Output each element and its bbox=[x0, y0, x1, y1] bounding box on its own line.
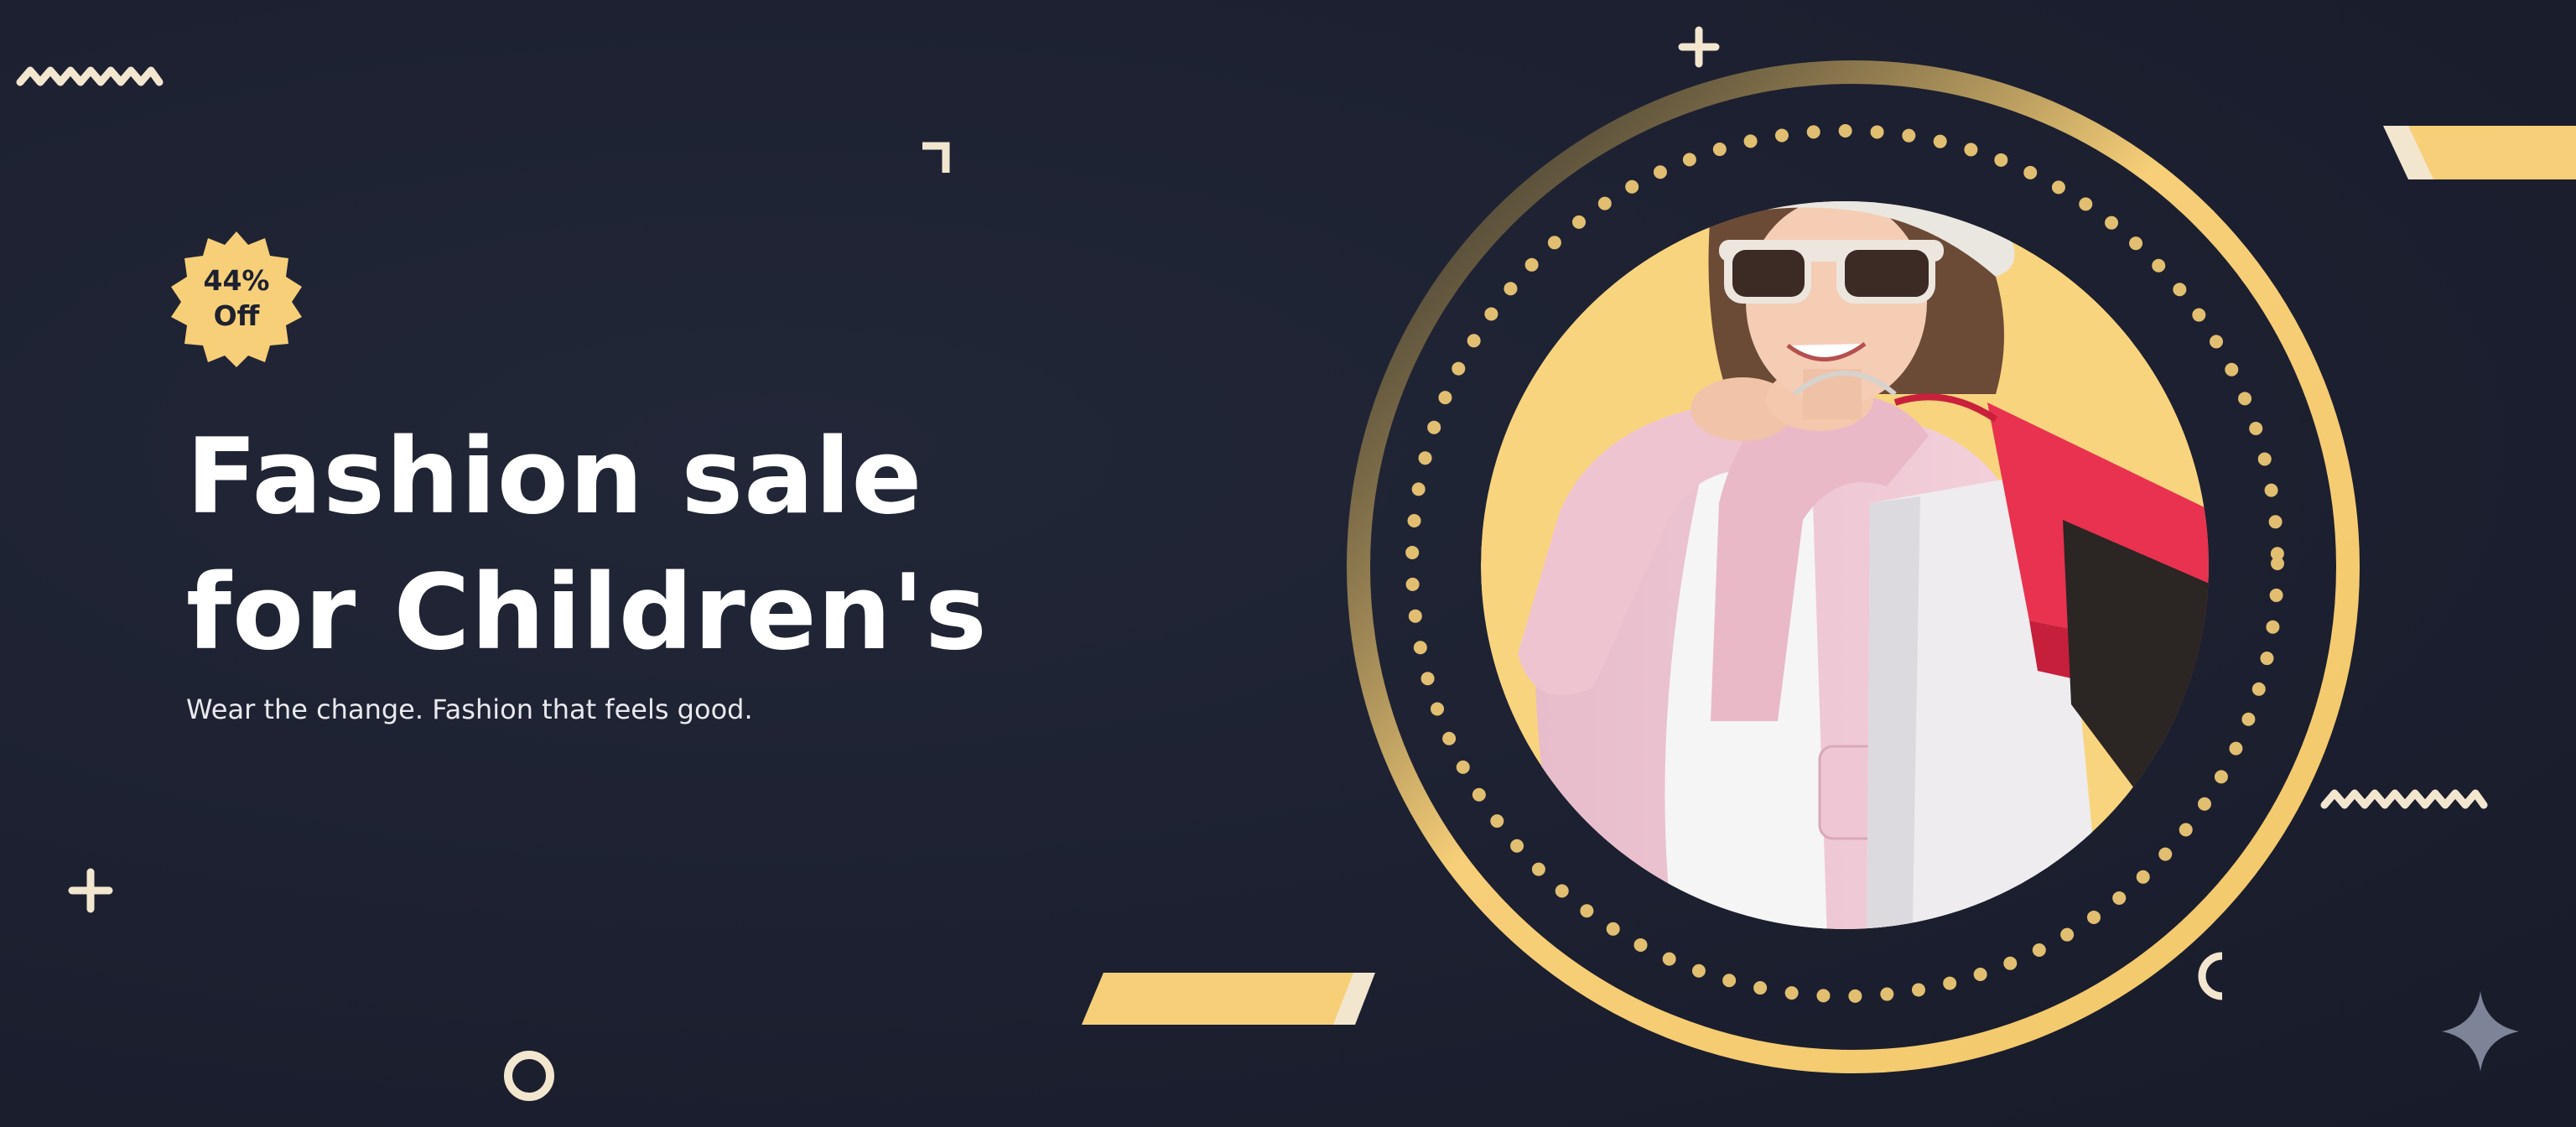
plus-icon bbox=[1678, 26, 1720, 68]
discount-badge: 44% Off bbox=[166, 228, 307, 369]
arc-decoration bbox=[2198, 952, 2223, 1000]
ring-decoration bbox=[504, 1051, 554, 1101]
corner-decoration bbox=[922, 142, 950, 173]
discount-percent: 44% bbox=[203, 264, 270, 297]
discount-label: Off bbox=[213, 299, 260, 332]
plus-icon bbox=[68, 868, 113, 913]
subheadline: Wear the change. Fashion that feels good… bbox=[186, 693, 753, 725]
headline-line-1: Fashion sale bbox=[186, 417, 923, 538]
sparkle-icon bbox=[2442, 991, 2519, 1072]
headline-line-2: for Children's bbox=[186, 553, 988, 673]
zigzag-decoration bbox=[16, 66, 164, 86]
sale-banner: 44% Off Fashion sale for Children's Wear… bbox=[0, 0, 2576, 1127]
headline: Fashion sale for Children's bbox=[186, 409, 988, 681]
badge-text: 44% Off bbox=[166, 228, 307, 369]
zigzag-decoration bbox=[2320, 789, 2488, 809]
yellow-bar-decoration bbox=[2383, 126, 2576, 179]
yellow-bar-decoration bbox=[1082, 973, 1375, 1025]
